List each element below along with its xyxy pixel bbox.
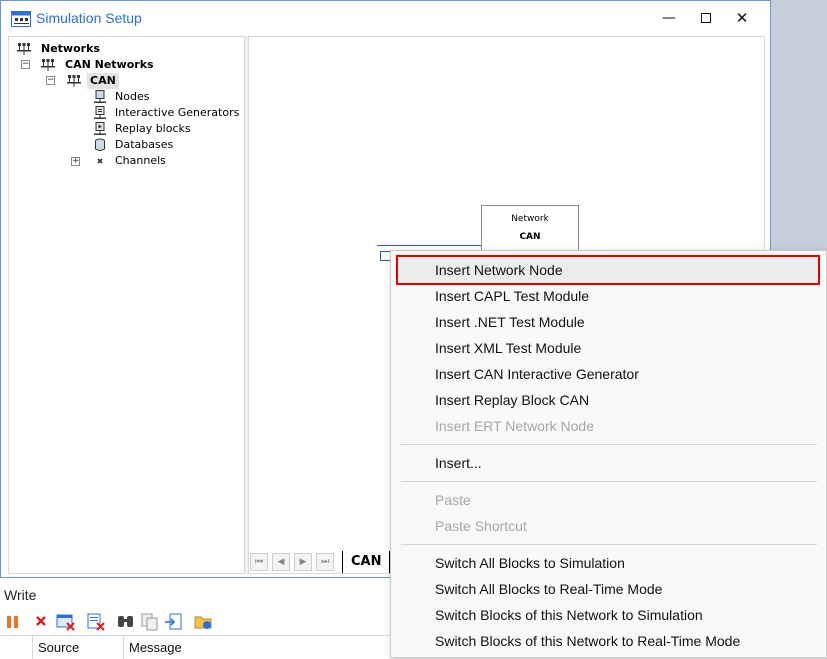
database-icon xyxy=(95,138,105,151)
collapse-icon[interactable]: − xyxy=(46,76,55,85)
tree-label-databases: Databases xyxy=(115,138,174,151)
tree-label-can-networks: CAN Networks xyxy=(65,58,154,71)
tree-item-replay-blocks[interactable]: Replay blocks xyxy=(93,121,233,137)
tree-item-networks[interactable]: Networks xyxy=(15,41,215,57)
menu-separator xyxy=(401,444,817,445)
find-icon[interactable] xyxy=(116,613,136,631)
clear-window-icon[interactable] xyxy=(56,613,76,631)
menu-item-insert-replay-block-can[interactable]: Insert Replay Block CAN xyxy=(435,387,589,413)
replay-block-icon xyxy=(94,122,106,135)
next-tab-button[interactable]: ▶ xyxy=(294,553,312,571)
pause-icon[interactable] xyxy=(4,613,24,631)
menu-item-paste: Paste xyxy=(435,492,471,508)
network-block-caption: Network xyxy=(511,214,549,224)
maximize-icon xyxy=(701,13,711,23)
channel-icon xyxy=(97,158,103,164)
delete-page-icon[interactable] xyxy=(86,613,106,631)
network-block[interactable]: Network CAN xyxy=(481,205,579,255)
menu-item-switch-network-to-simulation[interactable]: Switch Blocks of this Network to Simulat… xyxy=(435,602,703,628)
tree-label-nodes: Nodes xyxy=(115,90,150,103)
tree-item-databases[interactable]: Databases xyxy=(93,137,233,153)
tree-label-replay-blocks: Replay blocks xyxy=(115,122,191,135)
menu-separator xyxy=(401,481,817,482)
menu-item-insert[interactable]: Insert... xyxy=(435,450,482,476)
menu-item-insert-net-test-module[interactable]: Insert .NET Test Module xyxy=(435,309,585,335)
network-tree[interactable]: Networks − CAN Networks − CAN Nodes Inte… xyxy=(8,36,245,574)
column-source[interactable]: Source xyxy=(32,636,124,659)
options-icon[interactable] xyxy=(194,613,214,631)
can-bus-line[interactable] xyxy=(377,245,481,246)
network-block-name: CAN xyxy=(519,232,541,242)
tree-label-networks: Networks xyxy=(41,42,100,55)
maximize-button[interactable] xyxy=(688,7,724,31)
export-icon[interactable] xyxy=(164,613,184,631)
menu-item-switch-all-to-simulation[interactable]: Switch All Blocks to Simulation xyxy=(435,550,625,576)
tree-label-can: CAN xyxy=(87,73,119,89)
menu-item-insert-can-interactive-generator[interactable]: Insert CAN Interactive Generator xyxy=(435,361,639,387)
tree-label-interactive-generators: Interactive Generators xyxy=(115,106,240,119)
tree-item-nodes[interactable]: Nodes xyxy=(93,89,233,105)
previous-tab-button[interactable]: ◀ xyxy=(272,553,290,571)
menu-separator xyxy=(401,544,817,545)
networks-icon xyxy=(41,59,55,71)
tree-item-interactive-generators[interactable]: Interactive Generators xyxy=(93,105,243,121)
column-message[interactable]: Message xyxy=(123,636,373,659)
network-icon xyxy=(67,75,81,87)
tree-label-channels: Channels xyxy=(115,154,166,167)
menu-item-paste-shortcut: Paste Shortcut xyxy=(435,518,527,534)
write-table-header: Source Message xyxy=(0,635,390,659)
write-window-title: Write xyxy=(4,587,37,603)
write-toolbar xyxy=(2,611,392,633)
menu-item-insert-network-node[interactable]: Insert Network Node xyxy=(435,257,563,283)
copy-icon[interactable] xyxy=(140,613,160,631)
context-menu: Insert Network Node Insert CAPL Test Mod… xyxy=(390,250,827,658)
clear-icon[interactable] xyxy=(32,613,52,631)
node-icon xyxy=(94,90,106,103)
window-title: Simulation Setup xyxy=(36,10,142,26)
generator-icon xyxy=(94,106,106,119)
menu-item-insert-ert-network-node: Insert ERT Network Node xyxy=(435,418,594,434)
minimize-button[interactable]: — xyxy=(651,7,687,31)
menu-item-switch-network-to-real-time[interactable]: Switch Blocks of this Network to Real-Ti… xyxy=(435,628,740,654)
last-tab-button[interactable]: ⏭ xyxy=(316,553,334,571)
desktop-background xyxy=(771,0,827,250)
menu-item-switch-all-to-real-time[interactable]: Switch All Blocks to Real-Time Mode xyxy=(435,576,662,602)
expand-icon[interactable]: + xyxy=(71,157,80,166)
tree-item-can-networks[interactable]: CAN Networks xyxy=(41,57,221,73)
networks-icon xyxy=(17,43,31,55)
first-tab-button[interactable]: ⏮ xyxy=(250,553,268,571)
network-app-icon xyxy=(11,11,31,27)
menu-item-insert-xml-test-module[interactable]: Insert XML Test Module xyxy=(435,335,581,361)
menu-item-insert-capl-test-module[interactable]: Insert CAPL Test Module xyxy=(435,283,589,309)
collapse-icon[interactable]: − xyxy=(21,60,30,69)
tree-item-can[interactable]: CAN xyxy=(67,73,187,89)
tab-can[interactable]: CAN xyxy=(342,551,391,573)
title-bar[interactable]: Simulation Setup — ✕ xyxy=(1,1,770,35)
close-button[interactable]: ✕ xyxy=(724,7,760,31)
tree-item-channels[interactable]: Channels xyxy=(93,153,233,169)
